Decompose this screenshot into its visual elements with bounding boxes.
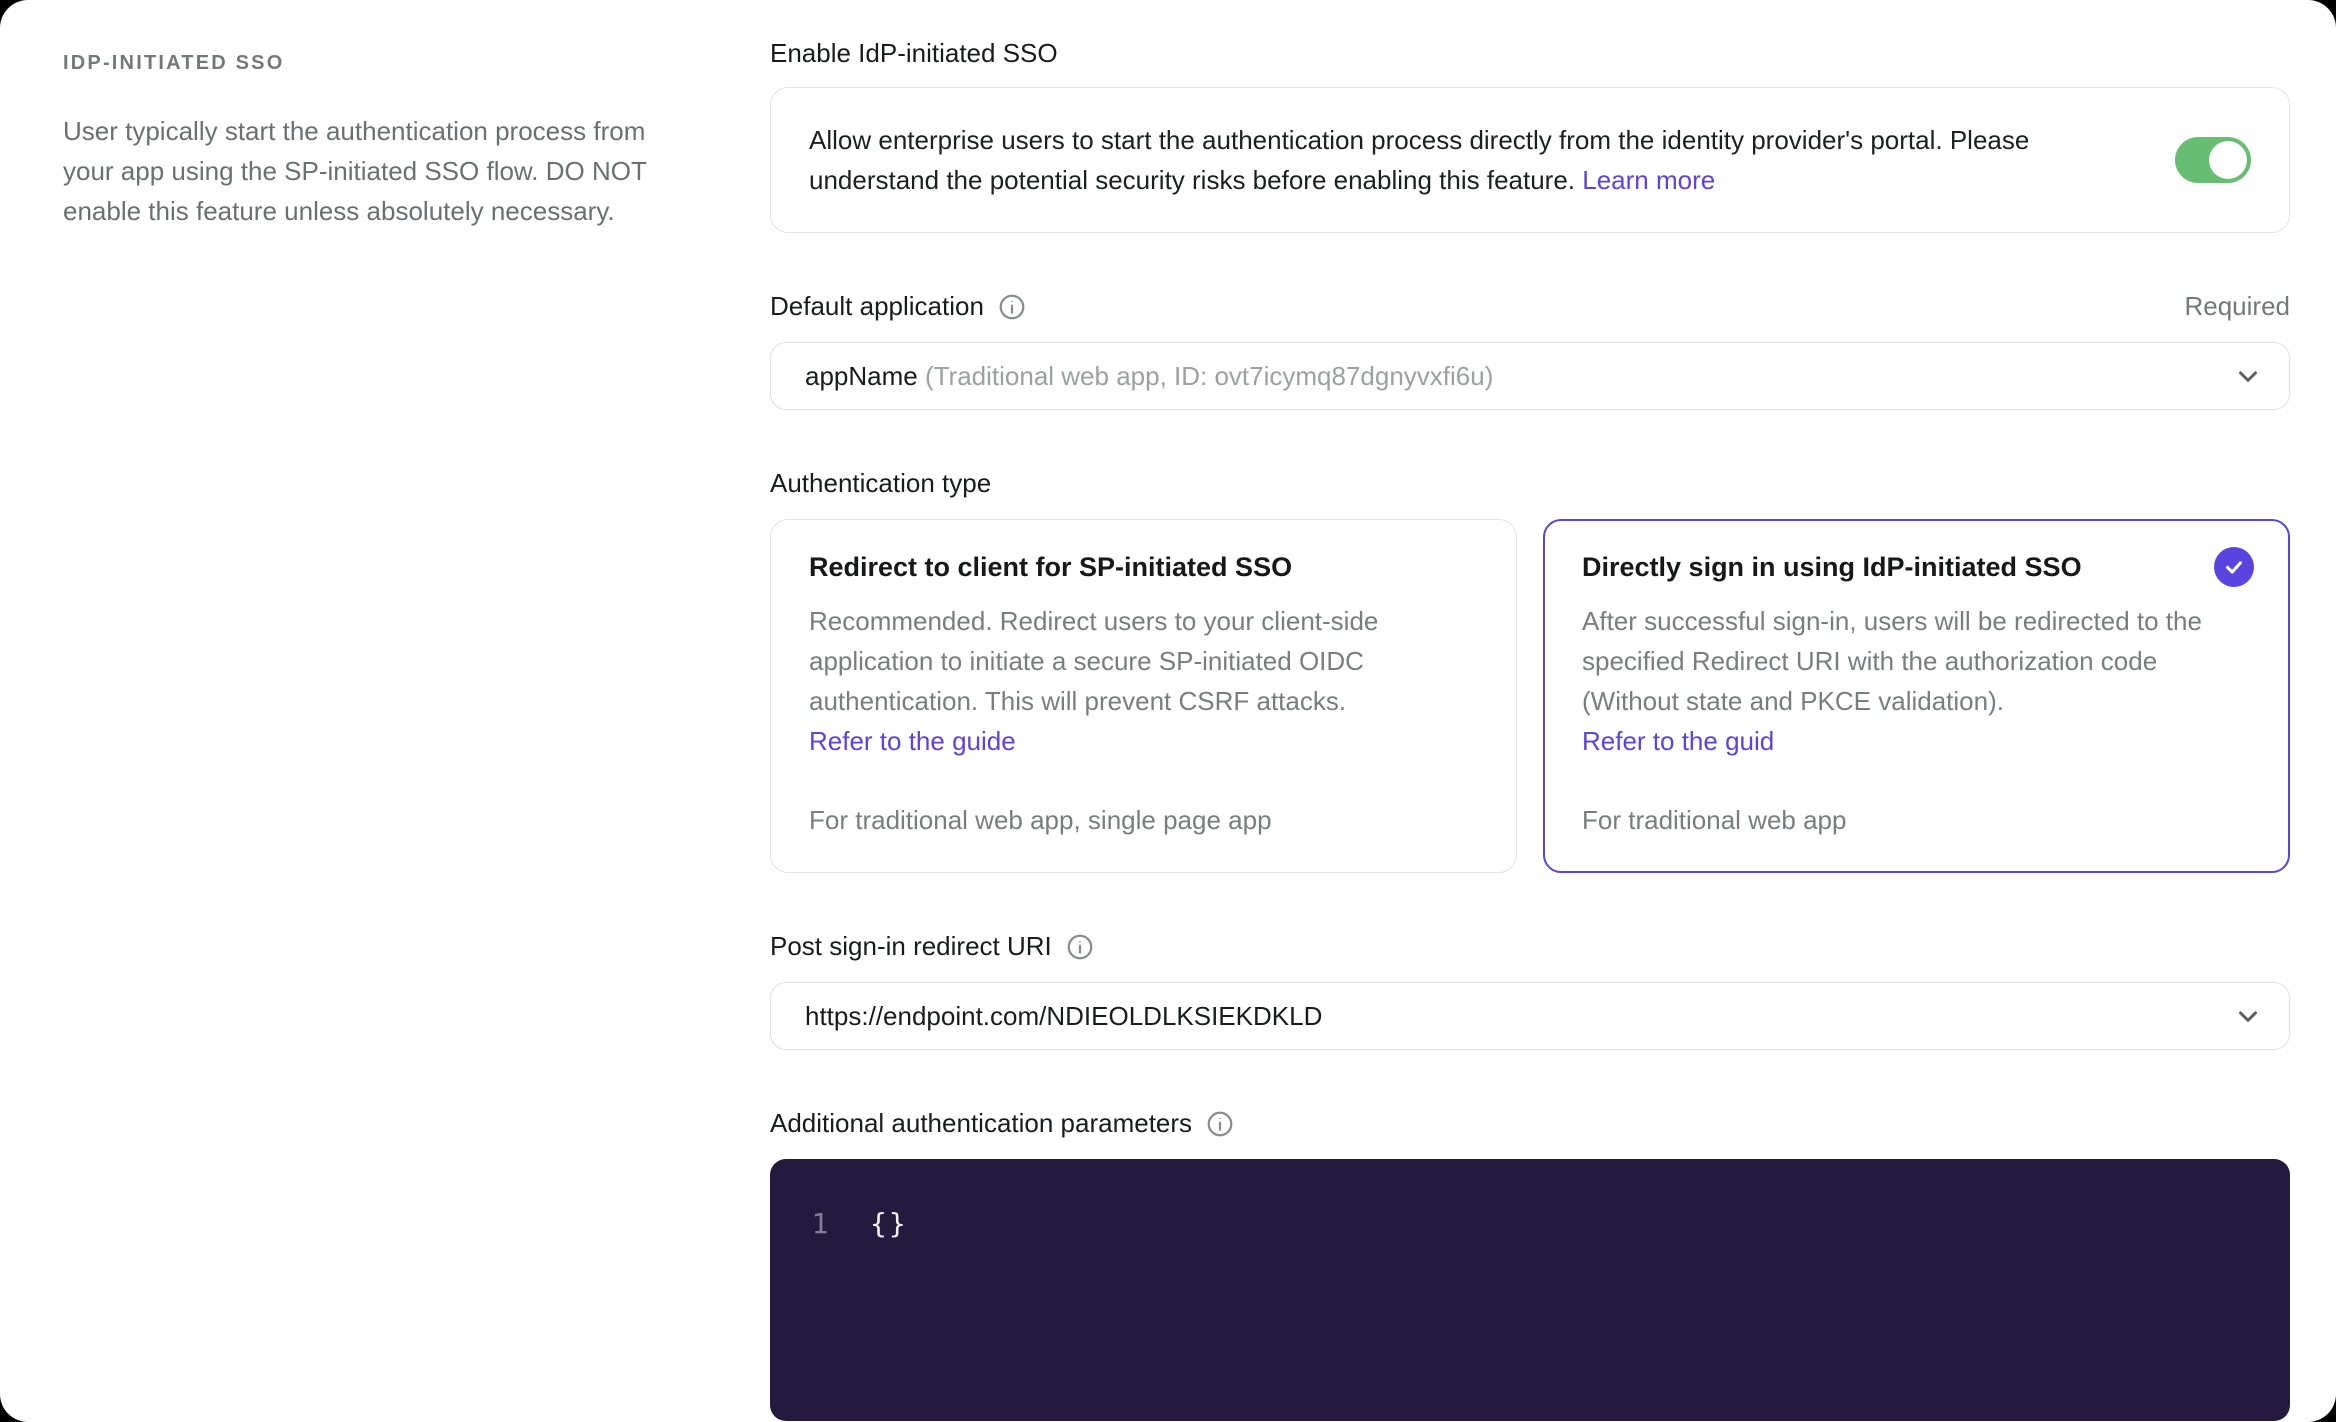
refer-guide-link[interactable]: Refer to the guid [1582,721,1774,761]
section-form: Enable IdP-initiated SSO Allow enterpris… [770,0,2336,1422]
app-name-text: appName [805,360,918,391]
info-icon[interactable] [1205,1109,1235,1139]
line-number: 1 [811,1207,829,1240]
authentication-type-section: Authentication type Redirect to client f… [770,468,2290,873]
enable-sso-label: Enable IdP-initiated SSO [770,38,1058,68]
redirect-uri-value: https://endpoint.com/NDIEOLDLKSIEKDKLD [805,1000,1323,1031]
section-description: User typically start the authentication … [63,116,647,226]
option-footer: For traditional web app, single page app [809,805,1272,835]
option-description-text: After successful sign-in, users will be … [1582,606,2202,716]
option-title: Directly sign in using IdP-initiated SSO [1582,552,2082,582]
option-description-text: Recommended. Redirect users to your clie… [809,606,1379,716]
app-meta-text: (Traditional web app, ID: ovt7icymq87dgn… [924,360,1494,391]
auth-type-options: Redirect to client for SP-initiated SSO … [770,519,2290,873]
chevron-down-icon [2233,1001,2263,1031]
enable-sso-card: Allow enterprise users to start the auth… [770,87,2290,233]
required-badge: Required [2184,291,2290,321]
section-explainer: IDP-INITIATED SSO User typically start t… [0,0,770,1422]
authentication-type-label: Authentication type [770,468,992,498]
default-application-select[interactable]: appName (Traditional web app, ID: ovt7ic… [770,342,2290,410]
option-description: After successful sign-in, users will be … [1582,601,2251,761]
redirect-uri-section: Post sign-in redirect URI https://endpoi… [770,931,2290,1050]
settings-page: IDP-INITIATED SSO User typically start t… [0,0,2336,1422]
toggle-knob [2209,141,2247,179]
redirect-uri-select[interactable]: https://endpoint.com/NDIEOLDLKSIEKDKLD [770,982,2290,1050]
enable-sso-description: Allow enterprise users to start the auth… [809,120,2131,200]
default-application-value: appName (Traditional web app, ID: ovt7ic… [805,361,2233,392]
option-title: Redirect to client for SP-initiated SSO [809,552,1293,582]
info-icon[interactable] [1065,932,1095,962]
chevron-down-icon [2233,361,2263,391]
option-description: Recommended. Redirect users to your clie… [809,601,1478,761]
refer-guide-link[interactable]: Refer to the guide [809,721,1016,761]
code-line: 1 {} [770,1207,2290,1240]
selected-check-icon [2214,547,2254,587]
enable-sso-description-text: Allow enterprise users to start the auth… [809,125,2030,195]
learn-more-link[interactable]: Learn more [1582,165,1715,195]
option-footer: For traditional web app [1582,805,1847,835]
enable-sso-toggle[interactable] [2175,137,2251,183]
option-idp-initiated[interactable]: Directly sign in using IdP-initiated SSO… [1543,519,2290,873]
code-content[interactable]: {} [870,1207,908,1240]
redirect-uri-label: Post sign-in redirect URI [770,931,1052,961]
section-title: IDP-INITIATED SSO [63,52,285,74]
info-icon[interactable] [997,292,1027,322]
default-application-section: Default application Required appName (Tr… [770,291,2290,410]
auth-params-code-editor[interactable]: 1 {} [770,1159,2290,1421]
default-application-label: Default application [770,291,984,321]
auth-params-label: Additional authentication parameters [770,1108,1193,1138]
option-sp-initiated[interactable]: Redirect to client for SP-initiated SSO … [770,519,1517,873]
auth-params-section: Additional authentication parameters 1 {… [770,1108,2290,1421]
